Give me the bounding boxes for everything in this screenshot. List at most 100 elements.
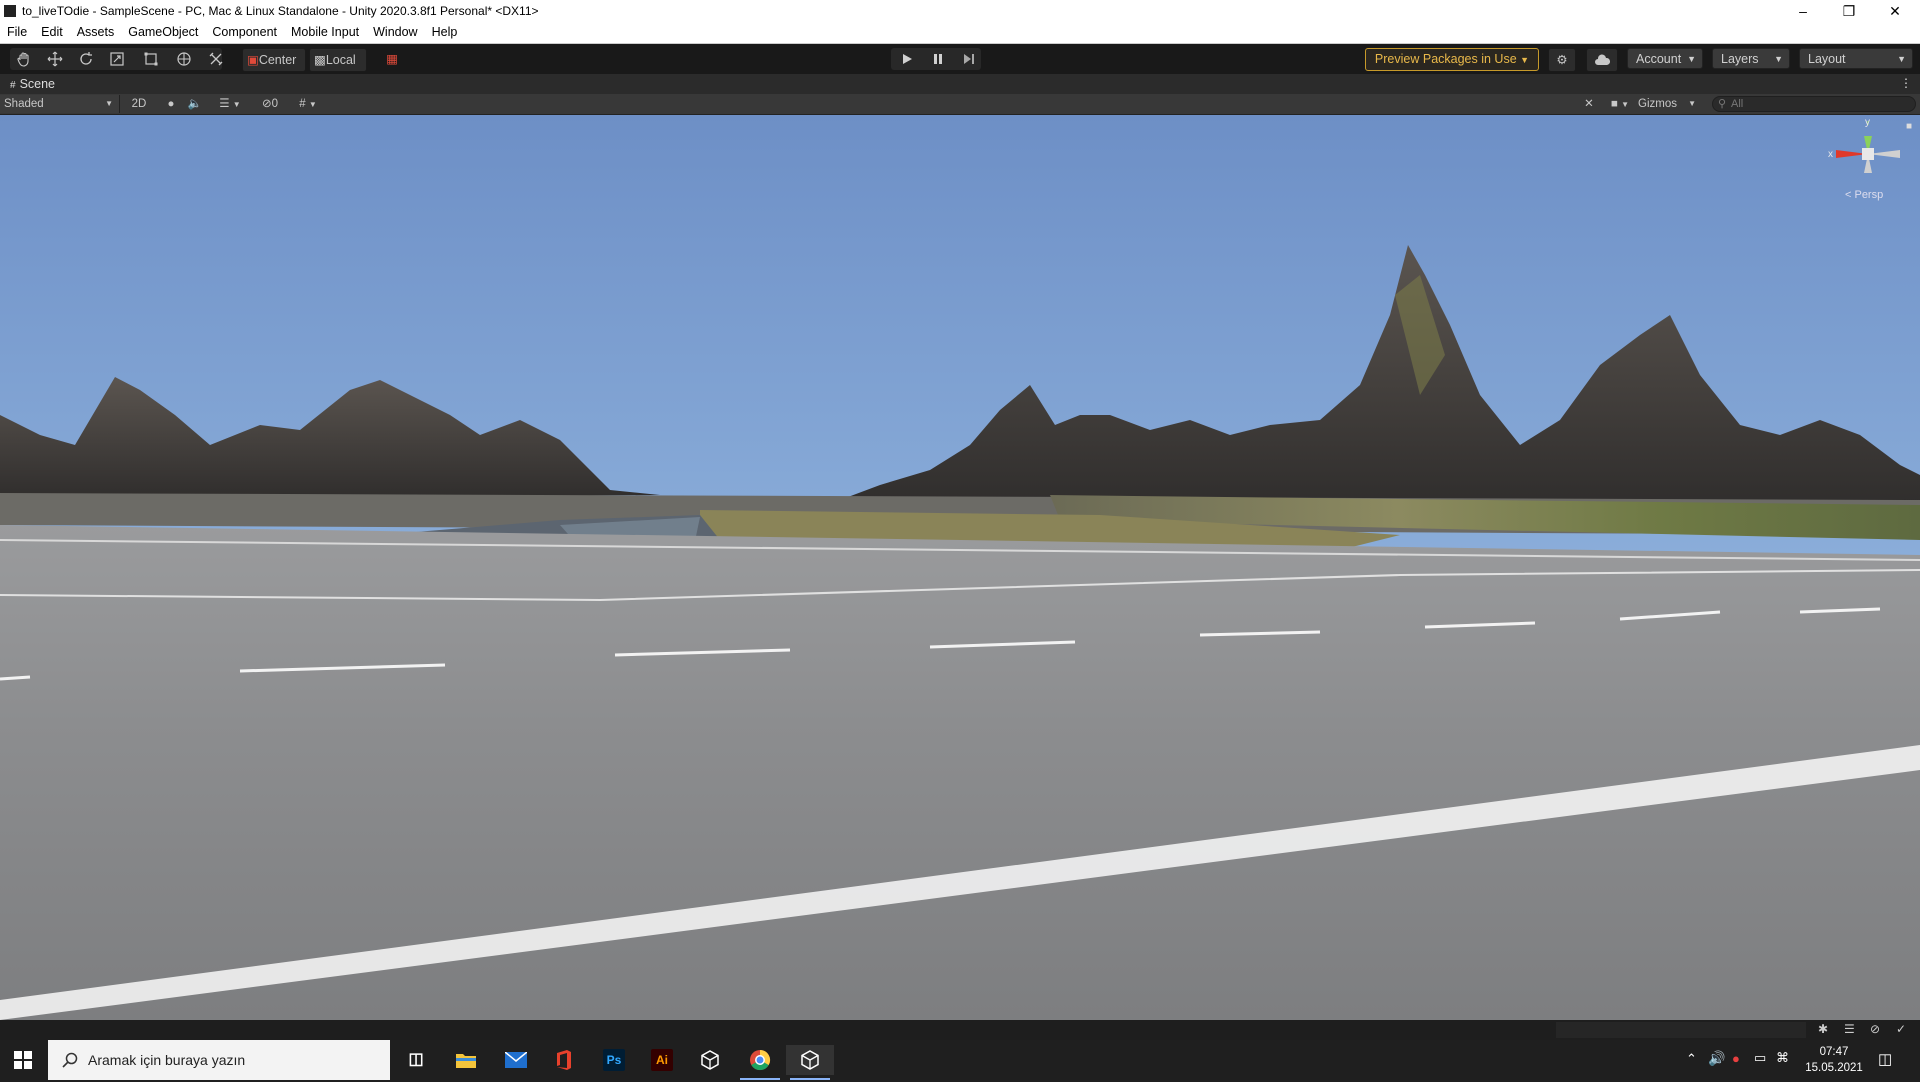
restore-button[interactable]: ❐ bbox=[1826, 0, 1872, 22]
grid-visibility-dropdown[interactable]: # ▼ bbox=[290, 95, 326, 113]
clock-date: 15.05.2021 bbox=[1805, 1062, 1863, 1074]
illustrator-button[interactable]: Ai bbox=[638, 1045, 686, 1075]
tab-scene[interactable]: # Scene bbox=[10, 77, 55, 91]
taskbar-clock[interactable]: 07:47 15.05.2021 bbox=[1794, 1044, 1874, 1076]
lightbulb-icon: ● bbox=[167, 98, 175, 110]
scene-visibility-toggle[interactable]: ⊘0 bbox=[254, 95, 286, 113]
tools-icon: ✕ bbox=[1584, 98, 1594, 110]
scene-viewport[interactable]: x y < Persp ■ bbox=[0, 115, 1920, 1020]
chrome-icon bbox=[750, 1049, 771, 1071]
cloud-icon bbox=[1595, 54, 1611, 65]
rect-tool-icon bbox=[144, 52, 158, 66]
mail-button[interactable] bbox=[492, 1045, 540, 1075]
scene-effects-dropdown[interactable]: ☰ ▼ bbox=[212, 95, 248, 113]
space-local-toggle[interactable]: ▩Local bbox=[309, 48, 367, 72]
antivirus-icon[interactable]: ● bbox=[1732, 1051, 1740, 1066]
volume-icon[interactable]: 🔊 bbox=[1708, 1050, 1725, 1067]
notification-icon[interactable]: ◫ bbox=[1878, 1050, 1892, 1068]
editor-status-bar: ✱ ☰ ⊘ ✓ bbox=[0, 1020, 1920, 1040]
menu-edit[interactable]: Edit bbox=[34, 22, 70, 43]
custom-tool-button[interactable] bbox=[204, 48, 228, 70]
chrome-button[interactable] bbox=[736, 1045, 784, 1080]
layers-dropdown[interactable]: Layers ▼ bbox=[1712, 48, 1790, 69]
tab-scene-label: Scene bbox=[19, 77, 56, 91]
photoshop-button[interactable]: Ps bbox=[590, 1045, 638, 1075]
office-button[interactable] bbox=[540, 1045, 588, 1075]
scene-tools-button[interactable]: ✕ bbox=[1578, 95, 1600, 113]
taskbar-search-placeholder: Aramak için buraya yazın bbox=[88, 1052, 246, 1068]
lock-icon[interactable]: ■ bbox=[1906, 121, 1912, 132]
account-dropdown[interactable]: Account ▼ bbox=[1627, 48, 1703, 69]
hidden-count: 0 bbox=[271, 98, 279, 110]
menu-file[interactable]: File bbox=[0, 22, 34, 43]
scene-toolbar: Shaded ▼ 2D ● 🔈 ☰ ▼ ⊘0 # ▼ ✕ ■ ▼ Gizmos ▼ … bbox=[0, 94, 1920, 115]
scene-search-input[interactable]: ⚲ All bbox=[1712, 96, 1916, 112]
wifi-icon[interactable]: ⌘ bbox=[1776, 1050, 1789, 1066]
window-title: to_liveTOdie - SampleScene - PC, Mac & L… bbox=[22, 4, 539, 18]
start-button[interactable] bbox=[0, 1040, 48, 1080]
folder-icon bbox=[456, 1054, 476, 1068]
tray-chevron-up-icon[interactable]: ⌃ bbox=[1686, 1051, 1697, 1067]
menu-window[interactable]: Window bbox=[366, 22, 424, 43]
file-explorer-button[interactable] bbox=[442, 1045, 490, 1075]
menu-assets[interactable]: Assets bbox=[70, 22, 122, 43]
gear-icon: ⚙ bbox=[1556, 53, 1568, 67]
windows-taskbar: Aramak için buraya yazın ◫ Ps Ai ⌃ 🔊 ● ▭… bbox=[0, 1040, 1920, 1080]
taskbar-search-input[interactable]: Aramak için buraya yazın bbox=[48, 1040, 390, 1080]
menu-gameobject[interactable]: GameObject bbox=[121, 22, 205, 43]
hand-tool-button[interactable] bbox=[12, 48, 36, 70]
layers-stack-icon[interactable]: ☰ bbox=[1844, 1022, 1855, 1036]
auto-generate-lighting-icon[interactable]: ⊘ bbox=[1870, 1022, 1880, 1036]
task-view-button[interactable]: ◫ bbox=[392, 1045, 440, 1075]
battery-icon[interactable]: ▭ bbox=[1754, 1050, 1766, 1066]
gizmos-label: Gizmos bbox=[1638, 98, 1677, 110]
chevron-down-icon: ▼ bbox=[1621, 100, 1630, 109]
status-progress-area bbox=[1556, 1022, 1806, 1038]
gizmo-y-label: y bbox=[1865, 117, 1870, 128]
menu-component[interactable]: Component bbox=[205, 22, 284, 43]
hidden-eye-icon: ⊘ bbox=[261, 98, 272, 110]
draw-mode-label: Shaded bbox=[4, 98, 44, 110]
gizmos-dropdown[interactable]: Gizmos ▼ bbox=[1638, 95, 1700, 113]
pause-button[interactable] bbox=[924, 48, 952, 70]
scale-tool-button[interactable] bbox=[105, 48, 129, 70]
cloud-button[interactable] bbox=[1586, 48, 1618, 72]
search-icon: ⚲ bbox=[1718, 98, 1727, 110]
local-space-icon: ▩ bbox=[314, 53, 326, 67]
window-title-bar: to_liveTOdie - SampleScene - PC, Mac & L… bbox=[0, 0, 1920, 22]
orientation-gizmo[interactable]: x y < Persp ■ bbox=[1820, 117, 1920, 201]
illustrator-icon: Ai bbox=[651, 1049, 673, 1071]
projection-label[interactable]: < Persp bbox=[1845, 189, 1883, 201]
scene-audio-toggle[interactable]: 🔈 bbox=[184, 95, 206, 113]
progress-check-icon[interactable]: ✓ bbox=[1896, 1022, 1906, 1036]
unity-app-icon bbox=[4, 5, 16, 17]
search-placeholder: All bbox=[1731, 98, 1744, 110]
services-button[interactable]: ⚙ bbox=[1548, 48, 1576, 72]
unity-editor-button[interactable] bbox=[786, 1045, 834, 1080]
move-tool-button[interactable] bbox=[43, 48, 67, 70]
menu-help[interactable]: Help bbox=[425, 22, 465, 43]
grid-snap-button[interactable]: ▦ bbox=[380, 48, 404, 70]
camera-settings-dropdown[interactable]: ■ ▼ bbox=[1604, 95, 1636, 113]
draw-mode-dropdown[interactable]: Shaded ▼ bbox=[0, 95, 120, 113]
unity-icon bbox=[801, 1050, 819, 1070]
play-button[interactable] bbox=[893, 48, 921, 70]
minimize-button[interactable]: – bbox=[1780, 0, 1826, 22]
rect-tool-button[interactable] bbox=[139, 48, 163, 70]
unity-hub-button[interactable] bbox=[686, 1045, 734, 1075]
toggle-2d-button[interactable]: 2D bbox=[126, 95, 152, 113]
rotate-tool-button[interactable] bbox=[74, 48, 98, 70]
transform-tool-button[interactable] bbox=[172, 48, 196, 70]
step-button[interactable] bbox=[955, 48, 983, 70]
play-icon bbox=[903, 54, 912, 64]
debug-icon[interactable]: ✱ bbox=[1818, 1022, 1828, 1036]
layout-dropdown[interactable]: Layout ▼ bbox=[1799, 48, 1913, 69]
chevron-down-icon: ▼ bbox=[232, 100, 241, 109]
pivot-center-toggle[interactable]: ▣Center bbox=[242, 48, 306, 72]
close-button[interactable]: ✕ bbox=[1872, 0, 1918, 22]
task-view-icon: ◫ bbox=[408, 1051, 424, 1068]
preview-packages-dropdown[interactable]: Preview Packages in Use ▼ bbox=[1365, 48, 1539, 71]
scene-lighting-toggle[interactable]: ● bbox=[160, 95, 182, 113]
menu-mobile-input[interactable]: Mobile Input bbox=[284, 22, 366, 43]
tab-menu-icon[interactable]: ⋮ bbox=[1900, 76, 1912, 90]
